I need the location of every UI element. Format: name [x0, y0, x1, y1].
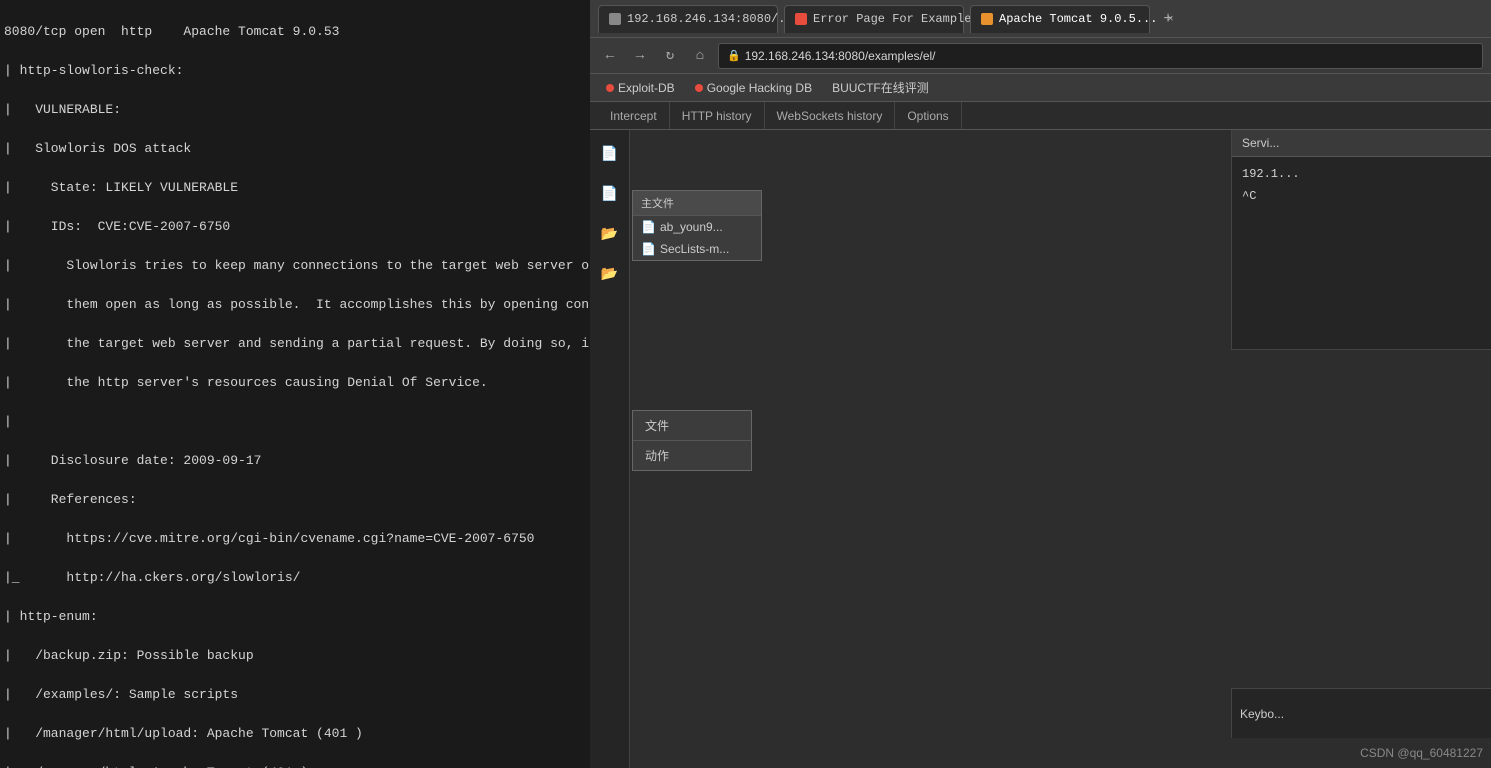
bookmark-buuctf-label: BUUCTF在线评测	[832, 79, 929, 96]
terminal-line-13: | References:	[4, 490, 586, 510]
keyboard-panel-label: Keybo...	[1240, 707, 1284, 721]
intercept-tabs: Intercept HTTP history WebSockets histor…	[590, 102, 1491, 130]
tab-label-3: Apache Tomcat 9.0.5...	[999, 12, 1157, 26]
terminal-line-9: | the target web server and sending a pa…	[4, 334, 586, 354]
bookmarks-bar: Exploit-DB Google Hacking DB BUUCTF在线评测	[590, 74, 1491, 102]
terminal-line-5: | State: LIKELY VULNERABLE	[4, 178, 586, 198]
terminal-panel: 8080/tcp open http Apache Tomcat 9.0.53 …	[0, 0, 590, 768]
context-menu-label-files: 文件	[645, 419, 669, 433]
intercept-tab-label-2: HTTP history	[682, 109, 752, 123]
terminal-line-12: | Disclosure date: 2009-09-17	[4, 451, 586, 471]
csdn-watermark-text: CSDN @qq_60481227	[1360, 746, 1483, 760]
back-button[interactable]: ←	[598, 44, 622, 68]
service-panel-content: 192.1... ^C	[1232, 157, 1491, 213]
left-sidebar: 📄 📄 📂 📂	[590, 130, 630, 768]
terminal-line-19: | /manager/html/upload: Apache Tomcat (4…	[4, 724, 586, 744]
lock-icon: 🔒	[727, 49, 741, 63]
context-menu: 文件 动作	[632, 410, 752, 471]
service-ctrl-c: ^C	[1242, 189, 1481, 203]
file-manager-panel: 主文件 📄 ab_youn9... 📄 SecLists-m...	[632, 190, 762, 261]
terminal-line-7: | Slowloris tries to keep many connectio…	[4, 256, 586, 276]
service-panel: Servi... 192.1... ^C	[1231, 130, 1491, 350]
refresh-button[interactable]: ↻	[658, 44, 682, 68]
intercept-tab-http-history[interactable]: HTTP history	[670, 102, 765, 129]
intercept-tab-websockets[interactable]: WebSockets history	[765, 102, 896, 129]
browser-tab-1[interactable]: 192.168.246.134:8080/... ✕	[598, 5, 778, 33]
terminal-line-6: | IDs: CVE:CVE-2007-6750	[4, 217, 586, 237]
service-panel-header-text: Servi...	[1242, 136, 1279, 150]
terminal-line-14: | https://cve.mitre.org/cgi-bin/cvename.…	[4, 529, 586, 549]
terminal-line-11: |	[4, 412, 586, 432]
terminal-line-1: 8080/tcp open http Apache Tomcat 9.0.53	[4, 22, 586, 42]
exploitdb-favicon	[606, 84, 614, 92]
ghdb-favicon	[695, 84, 703, 92]
terminal-line-4: | Slowloris DOS attack	[4, 139, 586, 159]
tab-favicon-3	[981, 13, 993, 25]
terminal-content: 8080/tcp open http Apache Tomcat 9.0.53 …	[0, 2, 590, 768]
browser-tab-2[interactable]: Error Page For Examples ✕	[784, 5, 964, 33]
intercept-tab-label-4: Options	[907, 109, 948, 123]
browser-tabbar: 192.168.246.134:8080/... ✕ Error Page Fo…	[590, 0, 1491, 38]
terminal-line-3: | VULNERABLE:	[4, 100, 586, 120]
keyboard-panel: Keybo...	[1231, 688, 1491, 738]
context-menu-item-files[interactable]: 文件	[633, 411, 751, 441]
forward-button[interactable]: →	[628, 44, 652, 68]
context-menu-item-actions[interactable]: 动作	[633, 441, 751, 470]
new-tab-button[interactable]: +	[1156, 7, 1180, 31]
terminal-line-10: | the http server's resources causing De…	[4, 373, 586, 393]
browser-tab-3[interactable]: Apache Tomcat 9.0.5... ✕	[970, 5, 1150, 33]
file-item-label-2: SecLists-m...	[660, 242, 729, 256]
terminal-line-17: | /backup.zip: Possible backup	[4, 646, 586, 666]
tab-label-2: Error Page For Examples	[813, 12, 979, 26]
tab-label-1: 192.168.246.134:8080/...	[627, 12, 800, 26]
sidebar-icon-1[interactable]: 📄	[594, 138, 626, 170]
terminal-line-15: |_ http://ha.ckers.org/slowloris/	[4, 568, 586, 588]
terminal-line-8: | them open as long as possible. It acco…	[4, 295, 586, 315]
browser-content: 📄 📄 📂 📂 主文件 📄 ab_youn9... 📄 SecLists-m..…	[590, 130, 1491, 768]
file-item-label-1: ab_youn9...	[660, 220, 723, 234]
file-icon-2: 📄	[641, 242, 656, 256]
bookmark-ghdb[interactable]: Google Hacking DB	[687, 79, 820, 97]
tab-favicon-2	[795, 13, 807, 25]
browser-navbar: ← → ↻ ⌂ 🔒 192.168.246.134:8080/examples/…	[590, 38, 1491, 74]
file-manager-item-1[interactable]: 📄 ab_youn9...	[633, 216, 761, 238]
bookmark-exploitdb-label: Exploit-DB	[618, 81, 675, 95]
bookmark-ghdb-label: Google Hacking DB	[707, 81, 812, 95]
terminal-line-18: | /examples/: Sample scripts	[4, 685, 586, 705]
file-manager-item-2[interactable]: 📄 SecLists-m...	[633, 238, 761, 260]
bookmark-buuctf[interactable]: BUUCTF在线评测	[824, 77, 937, 98]
sidebar-icon-3[interactable]: 📂	[594, 218, 626, 250]
tab-favicon-1	[609, 13, 621, 25]
context-menu-label-actions: 动作	[645, 449, 669, 463]
terminal-line-2: | http-slowloris-check:	[4, 61, 586, 81]
address-bar[interactable]: 🔒 192.168.246.134:8080/examples/el/	[718, 43, 1483, 69]
browser-panel: 192.168.246.134:8080/... ✕ Error Page Fo…	[590, 0, 1491, 768]
file-icon-1: 📄	[641, 220, 656, 234]
service-ip: 192.1...	[1242, 167, 1481, 181]
file-manager-header: 主文件	[633, 191, 761, 216]
url-text: 192.168.246.134:8080/examples/el/	[745, 49, 936, 63]
terminal-line-20: | /manager/html: Apache Tomcat (401 )	[4, 763, 586, 768]
intercept-tab-label-1: Intercept	[610, 109, 657, 123]
csdn-watermark: CSDN @qq_60481227	[1360, 746, 1483, 760]
service-panel-header: Servi...	[1232, 130, 1491, 157]
sidebar-icon-4[interactable]: 📂	[594, 258, 626, 290]
home-button[interactable]: ⌂	[688, 44, 712, 68]
sidebar-icon-2[interactable]: 📄	[594, 178, 626, 210]
intercept-tab-intercept[interactable]: Intercept	[598, 102, 670, 129]
intercept-tab-options[interactable]: Options	[895, 102, 961, 129]
terminal-line-16: | http-enum:	[4, 607, 586, 627]
intercept-tab-label-3: WebSockets history	[777, 109, 883, 123]
bookmark-exploitdb[interactable]: Exploit-DB	[598, 79, 683, 97]
